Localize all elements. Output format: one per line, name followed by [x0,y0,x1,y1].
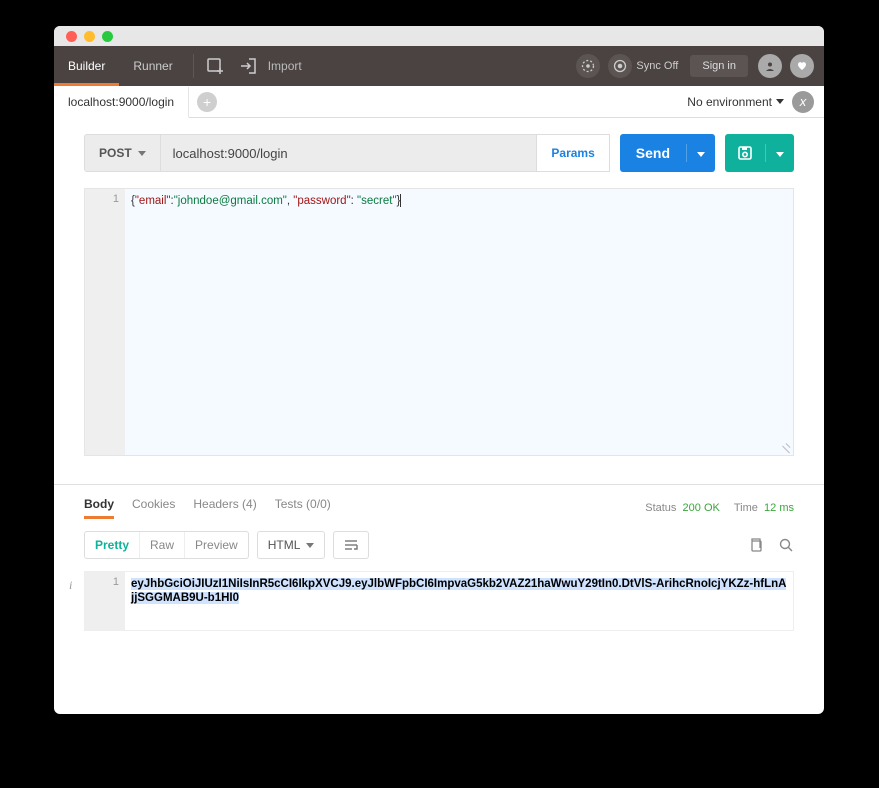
sync-icon[interactable] [608,54,632,78]
copy-icon [748,537,764,553]
search-button[interactable] [778,537,794,553]
topbar-divider [193,54,194,78]
response-gutter: i 1 [85,572,125,630]
wrap-button[interactable] [333,531,369,559]
save-button[interactable] [725,134,794,172]
response-status: Status 200 OK Time 12 ms [645,502,794,514]
chevron-down-icon [138,151,146,156]
send-button[interactable]: Send [620,134,715,172]
editor-gutter: 1 [85,189,125,455]
view-preview[interactable]: Preview [184,532,248,558]
response-body: i 1 eyJhbGciOiJIUzI1NiIsInR5cCI6IkpXVCJ9… [84,571,794,631]
chevron-down-icon [776,152,784,157]
environment-quicklook-icon[interactable]: x [792,91,814,113]
environment-label: No environment [687,95,772,109]
window-titlebar [54,26,824,46]
import-icon[interactable] [238,56,258,76]
interceptor-icon[interactable] [576,54,600,78]
params-button[interactable]: Params [537,134,609,172]
format-selector[interactable]: HTML [257,531,326,559]
signin-button[interactable]: Sign in [690,55,748,77]
response-text-area[interactable]: eyJhbGciOiJIUzI1NiIsInR5cCI6IkpXVCJ9.eyJ… [125,572,793,630]
resize-handle[interactable] [779,441,791,453]
request-body-editor[interactable]: 1 {"email":"johndoe@gmail.com", "passwor… [84,188,794,456]
heart-icon[interactable] [790,54,814,78]
view-raw[interactable]: Raw [139,532,184,558]
sync-label: Sync Off [636,60,678,72]
tab-body[interactable]: Body [84,497,114,519]
request-row: POST Params Send [54,118,824,180]
method-selector[interactable]: POST [84,134,160,172]
tab-cookies[interactable]: Cookies [132,497,175,519]
save-dropdown[interactable] [765,144,794,162]
wrap-icon [344,539,358,551]
add-tab-button[interactable]: + [197,92,217,112]
tab-runner[interactable]: Runner [119,46,186,86]
send-dropdown[interactable] [686,144,715,162]
tab-builder[interactable]: Builder [54,46,119,86]
response-text: eyJhbGciOiJIUzI1NiIsInR5cCI6IkpXVCJ9.eyJ… [131,578,786,604]
copy-button[interactable] [748,537,764,553]
method-label: POST [99,146,132,160]
save-icon [725,145,765,161]
chevron-down-icon [306,543,314,548]
app-topbar: Builder Runner Import Sync Off Sign in [54,46,824,86]
send-label: Send [620,145,686,161]
chevron-down-icon [697,152,705,157]
minimize-dot[interactable] [84,31,95,42]
response-tabs: Body Cookies Headers (4) Tests (0/0) Sta… [54,485,824,519]
tab-tests[interactable]: Tests (0/0) [275,497,331,519]
chevron-down-icon [776,99,784,104]
view-pretty[interactable]: Pretty [85,532,139,558]
close-dot[interactable] [66,31,77,42]
search-icon [778,537,794,553]
format-label: HTML [268,538,301,552]
editor-code[interactable]: {"email":"johndoe@gmail.com", "password"… [125,189,793,455]
notifications-icon[interactable] [758,54,782,78]
import-label[interactable]: Import [268,59,302,73]
response-toolbar: Pretty Raw Preview HTML [54,519,824,571]
tab-headers[interactable]: Headers (4) [193,497,256,519]
view-mode-group: Pretty Raw Preview [84,531,249,559]
info-icon[interactable]: i [69,578,72,593]
maximize-dot[interactable] [102,31,113,42]
url-input[interactable] [160,134,538,172]
new-icon[interactable] [206,56,226,76]
request-tabbar: localhost:9000/login + No environment x [54,86,824,118]
environment-selector[interactable]: No environment [687,95,784,109]
request-tab[interactable]: localhost:9000/login [54,87,189,118]
